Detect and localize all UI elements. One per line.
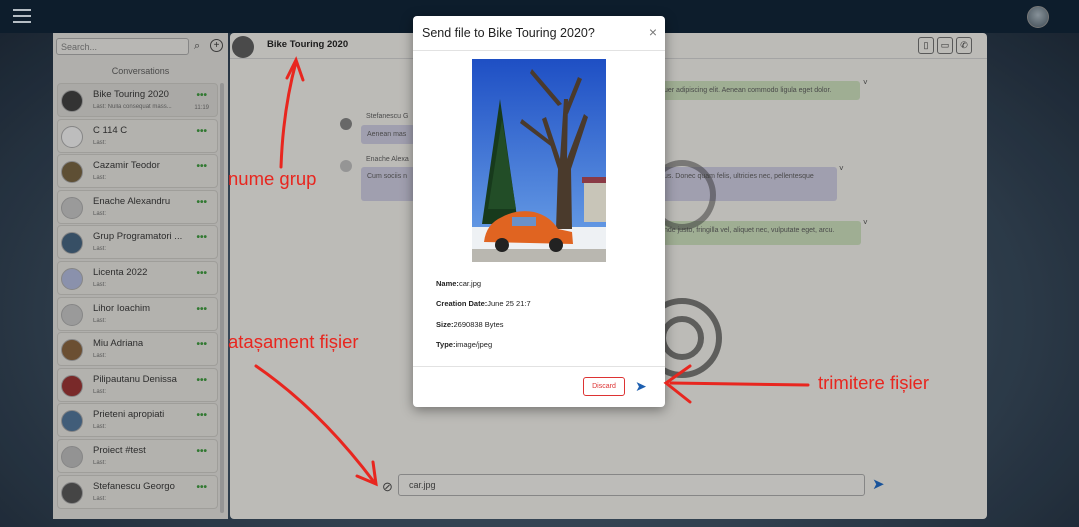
- file-size-value: 2690838 Bytes: [453, 320, 504, 329]
- file-name-label: Name:: [436, 279, 459, 288]
- creation-date-value: June 25 21:7: [487, 299, 531, 308]
- divider: [413, 366, 665, 367]
- close-icon[interactable]: ×: [649, 24, 657, 40]
- divider: [413, 50, 665, 51]
- file-size-label: Size:: [436, 320, 454, 329]
- creation-date-row: Creation Date:June 25 21:7: [436, 299, 531, 308]
- annotation-group-name: nume grup: [228, 168, 317, 189]
- file-type-row: Type:image/jpeg: [436, 340, 492, 349]
- send-file-dialog: Send file to Bike Touring 2020? × Name:c…: [413, 16, 665, 407]
- creation-date-label: Creation Date:: [436, 299, 488, 308]
- file-name-row: Name:car.jpg: [436, 279, 481, 288]
- file-type-value: image/jpeg: [455, 340, 493, 349]
- dialog-title: Send file to Bike Touring 2020?: [422, 26, 595, 40]
- file-preview-image: [472, 59, 606, 262]
- annotation-attachment: atașament fișier: [228, 331, 359, 352]
- annotation-send-file: trimitere fișier: [818, 372, 930, 393]
- file-name-value: car.jpg: [458, 279, 482, 288]
- file-type-label: Type:: [436, 340, 456, 349]
- send-file-icon[interactable]: ➤: [635, 378, 647, 395]
- discard-button[interactable]: Discard: [583, 377, 625, 396]
- file-size-row: Size:2690838 Bytes: [436, 320, 504, 329]
